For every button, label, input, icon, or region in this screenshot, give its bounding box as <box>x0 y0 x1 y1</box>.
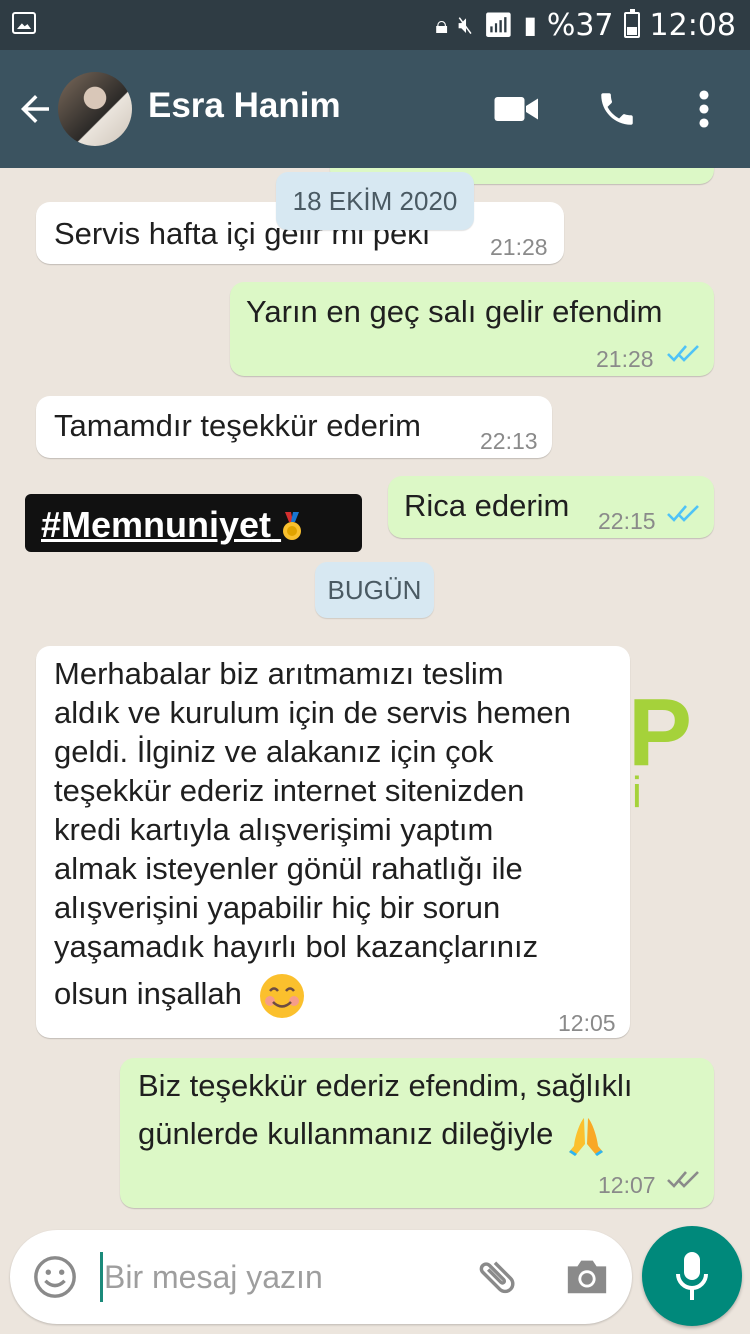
emoji-icon[interactable] <box>32 1254 78 1300</box>
message-text: Tamamdır teşekkür ederim <box>54 408 421 443</box>
message-time: 21:28 <box>596 346 654 372</box>
image-icon <box>12 12 36 34</box>
message-line: Biz teşekkür ederiz efendim, sağlıklı <box>138 1068 633 1103</box>
lock-icon: 🔒︎ <box>435 11 449 39</box>
status-time: 12:08 <box>649 7 736 43</box>
message-time: 21:28 <box>490 234 548 260</box>
battery-percent: %37 <box>546 7 614 43</box>
avatar[interactable] <box>58 72 132 146</box>
hashtag-text: #Memnuniyet <box>41 504 272 545</box>
message-line: yaşamadık hayırlı bol kazançlarınız <box>54 929 539 964</box>
battery-icon <box>623 9 640 38</box>
hashtag-sticker: #Memnuniyet <box>25 494 362 552</box>
camera-icon[interactable] <box>564 1256 610 1296</box>
video-call-icon[interactable] <box>494 94 540 124</box>
read-ticks-icon <box>667 505 699 522</box>
message-bubble-incoming[interactable]: Tamamdır teşekkür ederim 22:13 <box>36 396 552 458</box>
message-input[interactable] <box>104 1250 464 1304</box>
status-bar: 🔒︎ 🔇︎ 📶︎ ▮ %37 12:08 <box>0 0 750 50</box>
message-line: almak isteyenler gönül rahatlığı ile <box>54 851 523 886</box>
background-logo-fragment: i <box>632 768 642 817</box>
message-line: geldi. İlginiz ve alakanız için çok <box>54 734 494 769</box>
delivered-ticks-icon <box>667 1171 699 1188</box>
message-bubble-incoming[interactable]: Merhabalar biz arıtmamızı teslim aldık v… <box>36 646 630 1038</box>
smiling-face-icon <box>260 974 305 1018</box>
message-bubble-outgoing[interactable]: Biz teşekkür ederiz efendim, sağlıklı gü… <box>120 1058 714 1208</box>
status-icons: 🔒︎ 🔇︎ 📶︎ ▮ %37 12:08 <box>435 7 736 43</box>
praying-hands-icon <box>568 1118 603 1156</box>
back-arrow-icon[interactable] <box>14 88 56 130</box>
message-line: olsun inşallah <box>54 976 242 1012</box>
date-chip: 18 EKİM 2020 <box>276 172 474 230</box>
message-line: Merhabalar biz arıtmamızı teslim <box>54 656 504 691</box>
message-text: Rica ederim <box>404 488 570 523</box>
read-ticks-icon <box>667 345 699 362</box>
contact-name[interactable]: Esra Hanim <box>148 86 341 126</box>
mic-icon <box>676 1252 708 1300</box>
attach-icon[interactable] <box>474 1254 520 1300</box>
mic-button[interactable] <box>642 1226 742 1326</box>
signal-icon: ▮ <box>523 11 537 39</box>
chat-area[interactable]: Servis hafta içi gelir mi peki 21:28 18 … <box>0 168 750 1218</box>
text-caret <box>100 1252 103 1302</box>
message-time: 12:05 <box>558 1010 616 1036</box>
medal-icon <box>283 512 302 541</box>
message-line: kredi kartıyla alışverişimi yaptım <box>54 812 494 847</box>
message-time: 12:07 <box>598 1172 656 1198</box>
message-line: aldık ve kurulum için de servis hemen <box>54 695 571 730</box>
message-text: Yarın en geç salı gelir efendim <box>246 294 663 329</box>
message-time: 22:15 <box>598 508 656 534</box>
message-line: günlerde kullanmanız dileğiyle <box>138 1116 554 1152</box>
more-vert-icon[interactable] <box>694 88 714 130</box>
message-line: alışverişini yapabilir hiç bir sorun <box>54 890 501 925</box>
message-time: 22:13 <box>480 428 538 454</box>
message-line: teşekkür ederiz internet sitenizden <box>54 773 525 808</box>
message-bubble-outgoing[interactable]: Yarın en geç salı gelir efendim 21:28 <box>230 282 714 376</box>
message-text-block: Merhabalar biz arıtmamızı teslim aldık v… <box>54 654 614 1020</box>
date-chip: BUGÜN <box>315 562 434 618</box>
message-bubble-outgoing[interactable]: Rica ederim 22:15 <box>388 476 714 538</box>
message-composer <box>10 1230 632 1324</box>
chat-header: Esra Hanim <box>0 50 750 168</box>
wifi-icon: 📶︎ <box>483 11 514 39</box>
phone-icon[interactable] <box>596 88 638 130</box>
mute-icon: 🔇︎ <box>458 11 474 39</box>
